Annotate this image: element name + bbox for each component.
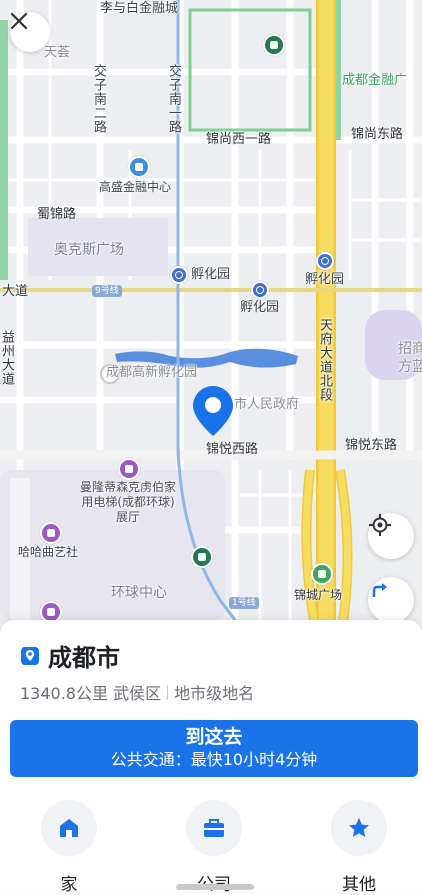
route-button[interactable] <box>368 577 414 623</box>
road-label: 锦悦西路 <box>206 442 259 457</box>
route-icon <box>372 583 387 597</box>
divider <box>167 684 169 700</box>
home-icon <box>60 819 78 837</box>
star-icon <box>349 818 369 837</box>
bank-icon[interactable] <box>128 156 150 178</box>
place-marker-icon <box>21 646 39 665</box>
close-icon <box>10 12 28 30</box>
locate-icon <box>369 514 391 536</box>
map-label: 李与白金融城 <box>100 1 179 16</box>
road-label: 蜀锦路 <box>37 207 77 222</box>
place-meta: 1340.8公里 武侯区 地市级地名 <box>20 680 254 704</box>
map-label: 成都高新孵化园 <box>106 365 198 380</box>
metro-station-icon[interactable] <box>316 252 334 270</box>
road-label: 锦尚东路 <box>351 127 404 142</box>
cafe-icon[interactable] <box>191 546 213 568</box>
poi-label: 锦城广场 <box>294 588 343 602</box>
road-label: 锦尚西一路 <box>206 132 272 147</box>
park-icon[interactable] <box>311 563 333 585</box>
quick-company-button[interactable]: 公司 <box>164 800 264 895</box>
road-label: 天府大道北段 <box>317 318 332 402</box>
transit-time: 公共交通：最快10小时4分钟 <box>110 750 318 769</box>
cafe-icon[interactable] <box>263 34 285 56</box>
locate-button[interactable] <box>368 513 414 559</box>
poi-label: 曼隆蒂森克虏伯家用电梯(成都环球)展厅 <box>80 480 177 524</box>
station-label: 孵化园 <box>240 300 280 315</box>
station-label: 孵化园 <box>191 267 231 282</box>
briefcase-icon-circle <box>186 800 242 856</box>
location-pin-icon <box>190 384 236 440</box>
star-icon-circle <box>331 800 387 856</box>
map-canvas <box>0 0 422 640</box>
map-label: 方蓝 <box>398 359 422 375</box>
go-here-title: 到这去 <box>185 726 243 748</box>
poi-label: 哈哈曲艺社 <box>18 545 79 559</box>
go-here-button[interactable]: 到这去 公共交通：最快10小时4分钟 <box>10 720 418 777</box>
metro-station-icon[interactable] <box>170 266 188 284</box>
close-button[interactable] <box>10 12 50 52</box>
shop-icon[interactable] <box>118 458 140 480</box>
map-label: 奥克斯广场 <box>54 242 124 258</box>
map-view[interactable]: 李与白金融城 天荟 交子南二路 交子南一路 成都金融广 锦尚西一路 锦尚东路 高… <box>0 0 422 640</box>
place-header: 成都市 <box>20 638 120 673</box>
quick-company-label: 公司 <box>164 870 264 895</box>
station-label: 孵化园 <box>305 272 345 287</box>
quick-home-button[interactable]: 家 <box>19 800 119 895</box>
metro-line-tag: 1号线 <box>229 597 259 609</box>
road-label: 益州大道 <box>0 330 14 386</box>
poi-label: 高盛金融中心 <box>99 180 172 194</box>
place-name: 成都市 <box>48 644 120 672</box>
briefcase-icon <box>204 819 224 837</box>
road-label: 锦悦东路 <box>345 438 398 453</box>
theater-icon[interactable] <box>40 522 62 544</box>
road-label: 大道 <box>2 284 29 299</box>
place-type: 地市级地名 <box>174 684 255 703</box>
map-label: 环球中心 <box>111 585 167 601</box>
quick-home-label: 家 <box>60 875 78 895</box>
road-label: 交子南一路 <box>166 64 181 134</box>
metro-line-tag: 9号线 <box>92 285 122 297</box>
home-indicator[interactable] <box>176 884 254 890</box>
home-icon-circle <box>41 800 97 856</box>
quick-other-button[interactable]: 其他 <box>309 800 409 895</box>
map-label: 招商 <box>398 341 422 357</box>
road-label: 交子南二路 <box>91 64 106 134</box>
map-label: 天荟 <box>44 45 71 60</box>
place-distance: 1340.8公里 武侯区 <box>20 684 162 703</box>
quick-other-label: 其他 <box>342 875 376 895</box>
metro-station-icon[interactable] <box>251 281 269 299</box>
map-label: 成都金融广 <box>342 73 408 88</box>
map-label: 市人民政府 <box>234 397 300 412</box>
place-sheet: 成都市 1340.8公里 武侯区 地市级地名 到这去 公共交通：最快10小时4分… <box>0 620 422 895</box>
